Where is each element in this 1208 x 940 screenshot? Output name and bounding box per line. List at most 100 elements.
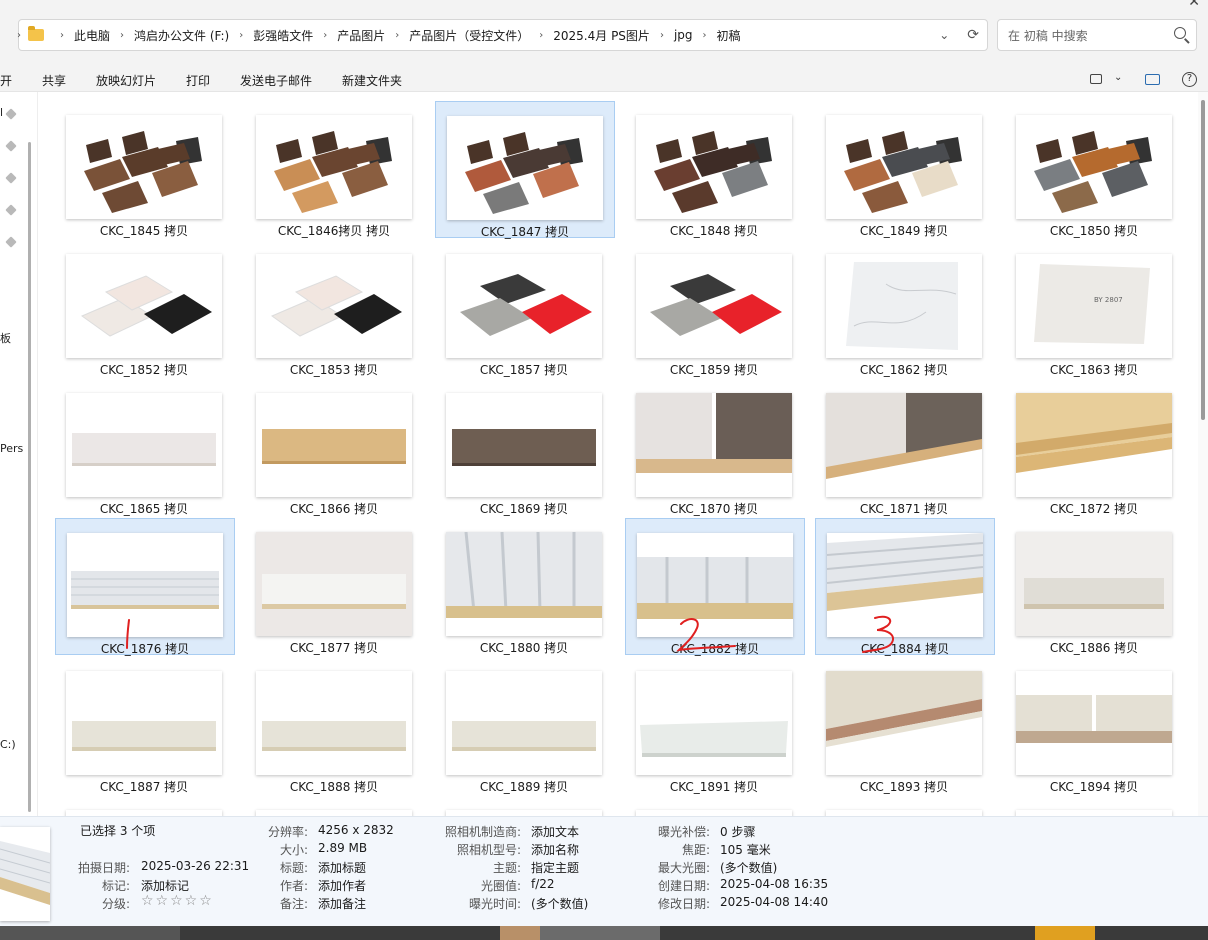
file-thumbnail [256, 254, 412, 358]
file-item[interactable]: CKC_1870 拷贝 [625, 379, 805, 516]
crumb-product-images[interactable]: 产品图片 [337, 27, 385, 44]
file-thumbnail [636, 393, 792, 497]
file-name: CKC_1888 拷贝 [289, 780, 379, 794]
editable-detail-value[interactable]: 添加文本 [531, 823, 579, 840]
crumb-jpg[interactable]: jpg [674, 28, 693, 42]
file-item[interactable]: CKC_1845 拷贝 [55, 101, 235, 238]
file-item[interactable] [435, 796, 615, 816]
detail-label: 光圈值: [480, 879, 521, 893]
file-item[interactable]: CKC_1887 拷贝 [55, 657, 235, 794]
help-icon[interactable]: ? [1182, 72, 1197, 87]
share-button[interactable]: 共享 [42, 72, 66, 89]
annotation-mark-3 [862, 615, 895, 653]
detail-label: 标记: [101, 879, 130, 893]
slideshow-button[interactable]: 放映幻灯片 [96, 72, 156, 89]
crumb-drive[interactable]: 鸿启办公文件 (F:) [134, 27, 229, 44]
detail-label: 修改日期: [657, 897, 710, 911]
file-item[interactable]: CKC_1850 拷贝 [1005, 101, 1185, 238]
chevron-down-icon[interactable]: ⌄ [939, 28, 949, 42]
file-item[interactable]: CKC_1852 拷贝 [55, 240, 235, 377]
file-item[interactable]: CKC_1865 拷贝 [55, 379, 235, 516]
file-name: CKC_1857 拷贝 [479, 363, 569, 377]
crumb-controlled[interactable]: 产品图片（受控文件） [409, 27, 529, 44]
file-item[interactable]: CKC_1853 拷贝 [245, 240, 425, 377]
chevron-right-icon: › [60, 29, 64, 41]
file-item[interactable]: CKC_1849 拷贝 [815, 101, 995, 238]
chevron-right-icon: › [323, 29, 328, 41]
close-icon[interactable]: ✕ [1188, 0, 1200, 10]
file-item[interactable]: CKC_1862 拷贝 [815, 240, 995, 377]
file-item[interactable] [55, 796, 235, 816]
editable-detail-value[interactable]: 添加标题 [318, 859, 366, 876]
file-thumbnail [636, 254, 792, 358]
preview-pane-icon[interactable] [1145, 74, 1160, 85]
nav-scrollbar[interactable] [28, 142, 31, 812]
detail-value: 105 毫米 [720, 843, 771, 857]
breadcrumb[interactable]: › › 此电脑 › 鸿启办公文件 (F:) › 彭强皓文件 › 产品图片 › 产… [17, 19, 988, 51]
file-item[interactable]: CKC_1889 拷贝 [435, 657, 615, 794]
file-item[interactable]: CKC_1846拷贝 拷贝 [245, 101, 425, 238]
navigation-pane: l 板 Pers C:) [0, 92, 38, 816]
file-item[interactable]: CKC_1871 拷贝 [815, 379, 995, 516]
file-name: CKC_1866 拷贝 [289, 502, 379, 516]
view-icon[interactable] [1090, 74, 1102, 84]
file-item[interactable] [625, 796, 805, 816]
nav-item-label[interactable]: Pers [0, 442, 23, 455]
editable-detail-value[interactable]: 添加名称 [531, 841, 579, 858]
print-button[interactable]: 打印 [186, 72, 210, 89]
file-thumbnail [256, 671, 412, 775]
file-item[interactable] [245, 796, 425, 816]
file-item[interactable]: CKC_1859 拷贝 [625, 240, 805, 377]
chevron-down-icon[interactable]: ⌄ [1114, 72, 1122, 83]
detail-value: 4256 x 2832 [318, 823, 394, 837]
grid-scrollbar[interactable] [1198, 92, 1208, 816]
search-input[interactable]: 在 初稿 中搜索 [997, 19, 1197, 51]
file-item[interactable]: BY 2807 CKC_1863 拷贝 [1005, 240, 1185, 377]
file-item[interactable]: CKC_1857 拷贝 [435, 240, 615, 377]
scrollbar-thumb[interactable] [1201, 100, 1205, 420]
file-item[interactable]: CKC_1888 拷贝 [245, 657, 425, 794]
nav-item-label[interactable]: C:) [0, 738, 16, 751]
detail-value: 2025-04-08 14:40 [720, 895, 829, 909]
editable-detail-value[interactable]: 添加备注 [318, 895, 366, 912]
file-thumbnail [446, 532, 602, 636]
editable-detail-value[interactable]: 添加标记 [141, 877, 189, 894]
editable-detail-value[interactable]: 添加作者 [318, 877, 366, 894]
file-item[interactable]: CKC_1894 拷贝 [1005, 657, 1185, 794]
file-name: CKC_1846拷贝 拷贝 [277, 224, 391, 238]
file-name: CKC_1847 拷贝 [480, 225, 570, 239]
file-name: CKC_1859 拷贝 [669, 363, 759, 377]
file-item[interactable]: CKC_1893 拷贝 [815, 657, 995, 794]
crumb-april-ps[interactable]: 2025.4月 PS图片 [553, 27, 650, 44]
new-folder-button[interactable]: 新建文件夹 [342, 72, 402, 89]
file-name: CKC_1887 拷贝 [99, 780, 189, 794]
email-button[interactable]: 发送电子邮件 [240, 72, 312, 89]
file-item[interactable]: CKC_1880 拷贝 [435, 518, 615, 655]
file-item[interactable]: CKC_1869 拷贝 [435, 379, 615, 516]
file-item[interactable]: CKC_1848 拷贝 [625, 101, 805, 238]
file-item[interactable]: CKC_1891 拷贝 [625, 657, 805, 794]
file-name: CKC_1852 拷贝 [99, 363, 189, 377]
nav-item-label[interactable]: 板 [0, 330, 11, 346]
file-item[interactable]: CKC_1886 拷贝 [1005, 518, 1185, 655]
file-thumbnail [256, 393, 412, 497]
file-item[interactable]: CKC_1847 拷贝 [435, 101, 615, 239]
file-item[interactable]: CKC_1866 拷贝 [245, 379, 425, 516]
open-button[interactable]: 开 [0, 72, 12, 89]
crumb-user-folder[interactable]: 彭强皓文件 [253, 27, 313, 44]
refresh-icon[interactable]: ⟳ [967, 27, 979, 43]
file-item[interactable]: CKC_1877 拷贝 [245, 518, 425, 655]
file-item[interactable]: CKC_1872 拷贝 [1005, 379, 1185, 516]
file-thumbnail [66, 393, 222, 497]
file-item[interactable] [815, 796, 995, 816]
editable-detail-value[interactable]: 指定主题 [531, 859, 579, 876]
pin-icon [5, 172, 17, 184]
search-placeholder: 在 初稿 中搜索 [1008, 28, 1088, 43]
crumb-draft[interactable]: 初稿 [717, 27, 741, 44]
crumb-this-pc[interactable]: 此电脑 [74, 27, 110, 44]
folder-icon [28, 26, 44, 41]
file-name: CKC_1893 拷贝 [859, 780, 949, 794]
file-item[interactable] [1005, 796, 1185, 816]
pin-icon [5, 236, 17, 248]
nav-item-label[interactable]: l [0, 106, 3, 119]
